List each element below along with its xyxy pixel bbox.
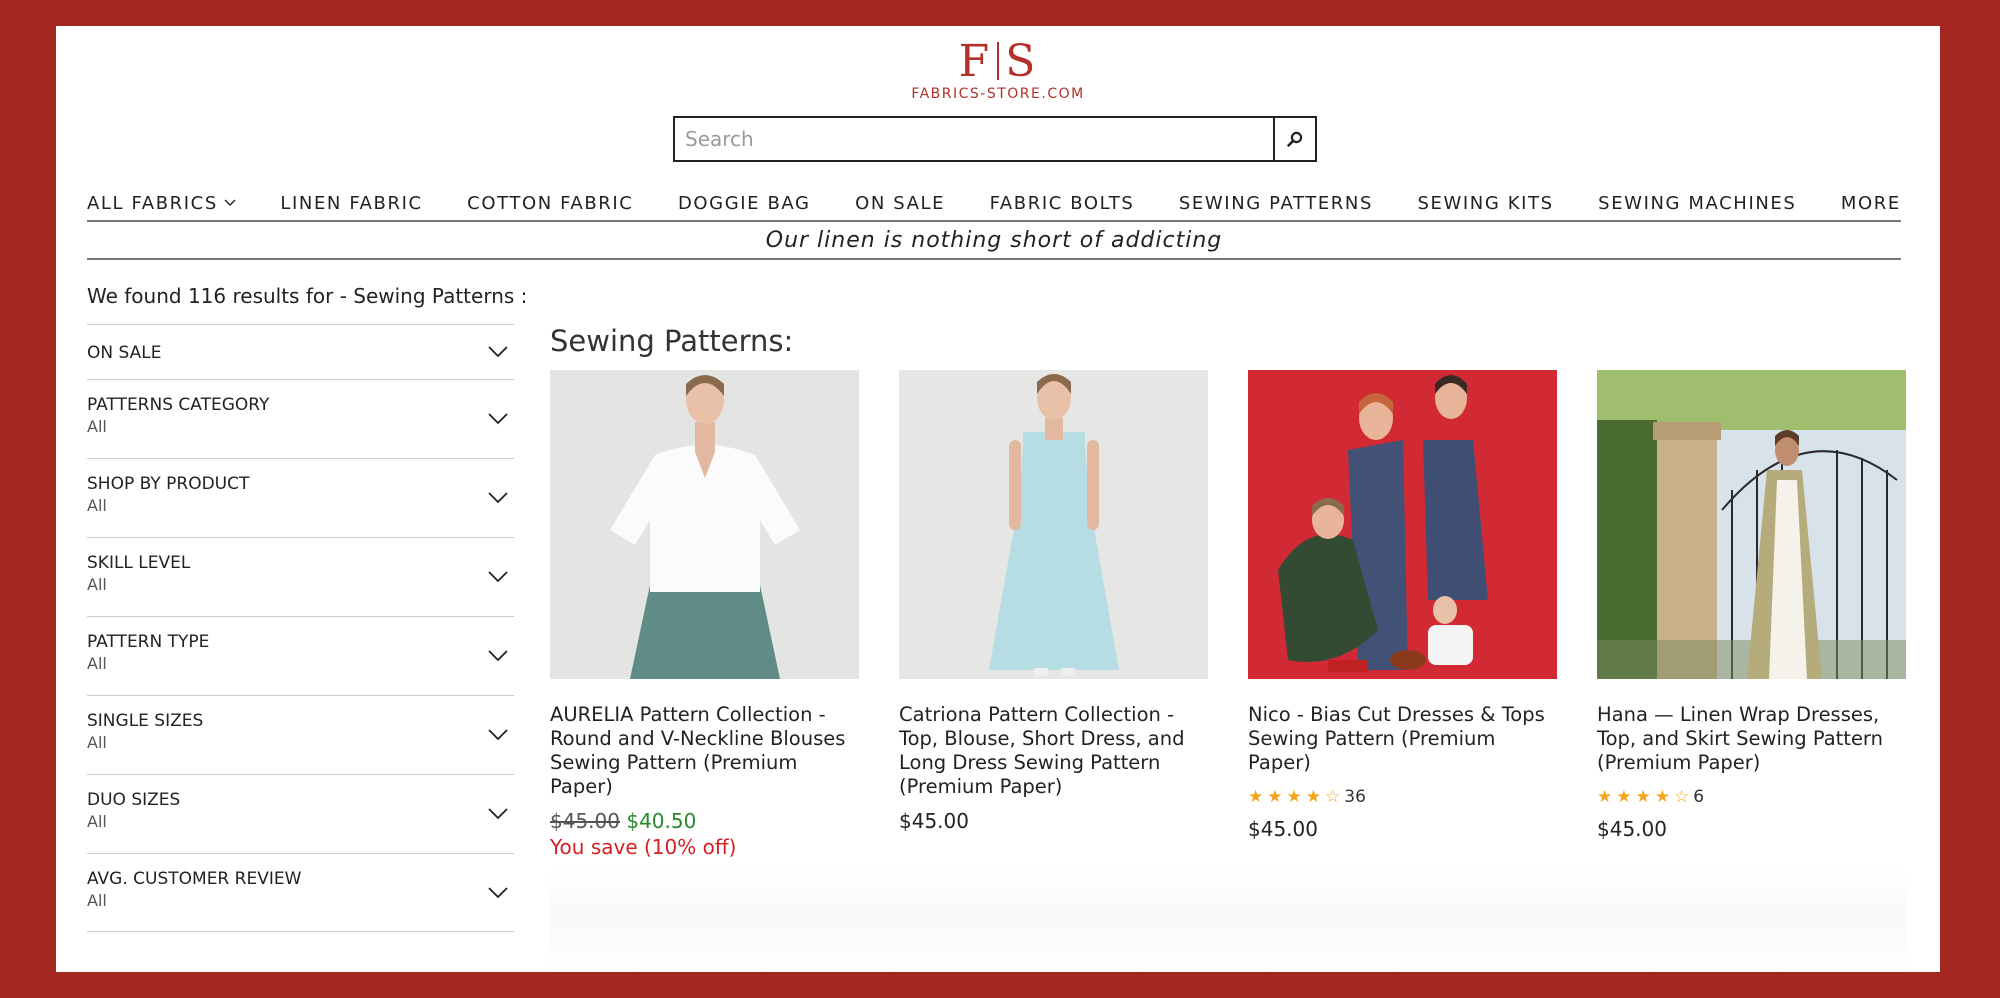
product-image[interactable] (550, 370, 859, 679)
product-price: $45.00 (899, 809, 969, 833)
filter-duo-sizes[interactable]: DUO SIZES All (87, 774, 514, 853)
search-bar (673, 116, 1317, 162)
product-image[interactable] (1248, 370, 1557, 679)
filter-label: PATTERN TYPE (87, 632, 210, 652)
filter-value: All (87, 654, 107, 673)
filter-pattern-type[interactable]: PATTERN TYPE All (87, 616, 514, 695)
nav-item-doggie-bag[interactable]: DOGGIE BAG (678, 193, 811, 214)
savings-text: You save (10% off) (550, 835, 737, 859)
main-nav: ALL FABRICS LINEN FABRIC COTTON FABRIC D… (87, 186, 1901, 222)
filter-patterns-category[interactable]: PATTERNS CATEGORY All (87, 379, 514, 458)
page-frame: FS FABRICS-STORE.COM ALL FABRICS LINEN F… (56, 26, 1940, 972)
nav-item-sewing-kits[interactable]: SEWING KITS (1418, 193, 1554, 214)
filter-label: AVG. CUSTOMER REVIEW (87, 869, 302, 889)
search-input[interactable] (675, 118, 1273, 160)
chevron-down-icon (488, 571, 508, 583)
results-count: We found 116 results for - Sewing Patter… (87, 284, 528, 308)
nav-item-cotton-fabric[interactable]: COTTON FABRIC (467, 193, 633, 214)
logo-divider (997, 42, 1000, 80)
loading-placeholder-row (550, 864, 1906, 972)
nav-item-linen-fabric[interactable]: LINEN FABRIC (280, 193, 422, 214)
product-price: $45.00 (1248, 817, 1318, 841)
product-title[interactable]: Catriona Pattern Collection - Top, Blous… (899, 703, 1208, 799)
filter-value: All (87, 733, 107, 752)
nav-item-sewing-machines[interactable]: SEWING MACHINES (1598, 193, 1796, 214)
filter-label: SHOP BY PRODUCT (87, 474, 250, 494)
nav-item-all-fabrics[interactable]: ALL FABRICS (87, 193, 236, 214)
filter-label: DUO SIZES (87, 790, 181, 810)
filter-value: All (87, 575, 107, 594)
product-price: $45.00 $40.50 (550, 809, 859, 833)
filter-value: All (87, 496, 107, 515)
chevron-down-icon (488, 492, 508, 504)
product-card[interactable]: Hana — Linen Wrap Dresses, Top, and Skir… (1597, 370, 1906, 859)
promo-tagline[interactable]: Our linen is nothing short of addicting (87, 222, 1901, 260)
product-card[interactable]: AURELIA Pattern Collection - Round and V… (550, 370, 859, 859)
search-icon (1287, 131, 1303, 147)
nav-item-on-sale[interactable]: ON SALE (855, 193, 945, 214)
search-button[interactable] (1273, 118, 1315, 160)
product-title[interactable]: AURELIA Pattern Collection - Round and V… (550, 703, 859, 799)
filter-sidebar: ON SALE PATTERNS CATEGORY All SHOP BY PR… (87, 324, 514, 932)
star-full-icon: ★ (1597, 787, 1613, 807)
filter-value: All (87, 891, 107, 910)
filter-label: PATTERNS CATEGORY (87, 395, 270, 415)
star-full-icon: ★ (1248, 787, 1264, 807)
chevron-down-icon (488, 346, 508, 358)
chevron-down-icon (488, 886, 508, 898)
logo-letter-s: S (1005, 36, 1038, 87)
original-price: $45.00 (550, 809, 620, 833)
filter-single-sizes[interactable]: SINGLE SIZES All (87, 695, 514, 774)
product-rating[interactable]: ★ ★ ★ ★ ☆ 36 (1248, 787, 1557, 807)
chevron-down-icon (488, 808, 508, 820)
product-card[interactable]: Nico - Bias Cut Dresses & Tops Sewing Pa… (1248, 370, 1557, 859)
product-title[interactable]: Hana — Linen Wrap Dresses, Top, and Skir… (1597, 703, 1906, 775)
filter-label: ON SALE (87, 343, 162, 363)
nav-item-sewing-patterns[interactable]: SEWING PATTERNS (1179, 193, 1373, 214)
star-empty-icon: ☆ (1325, 787, 1341, 807)
product-title[interactable]: Nico - Bias Cut Dresses & Tops Sewing Pa… (1248, 703, 1557, 775)
filter-value: All (87, 417, 107, 436)
star-full-icon: ★ (1286, 787, 1302, 807)
review-count: 6 (1693, 787, 1705, 807)
star-full-icon: ★ (1654, 787, 1670, 807)
product-image[interactable] (899, 370, 1208, 679)
nav-item-fabric-bolts[interactable]: FABRIC BOLTS (990, 193, 1135, 214)
product-grid: AURELIA Pattern Collection - Round and V… (550, 370, 1906, 859)
filter-avg-customer-review[interactable]: AVG. CUSTOMER REVIEW All (87, 853, 514, 932)
product-price: $45.00 (1597, 817, 1667, 841)
star-full-icon: ★ (1635, 787, 1651, 807)
star-full-icon: ★ (1305, 787, 1321, 807)
filter-on-sale[interactable]: ON SALE (87, 324, 514, 379)
star-full-icon: ★ (1616, 787, 1632, 807)
chevron-down-icon (224, 199, 236, 206)
nav-item-more[interactable]: MORE (1841, 193, 1901, 214)
filter-value: All (87, 812, 107, 831)
sale-price: $40.50 (626, 809, 697, 833)
filter-label: SKILL LEVEL (87, 553, 191, 573)
filter-shop-by-product[interactable]: SHOP BY PRODUCT All (87, 458, 514, 537)
product-rating[interactable]: ★ ★ ★ ★ ☆ 6 (1597, 787, 1906, 807)
product-card[interactable]: Catriona Pattern Collection - Top, Blous… (899, 370, 1208, 859)
star-full-icon: ★ (1267, 787, 1283, 807)
filter-label: SINGLE SIZES (87, 711, 204, 731)
chevron-down-icon (488, 729, 508, 741)
logo-text: FABRICS-STORE.COM (911, 86, 1085, 102)
review-count: 36 (1344, 787, 1366, 807)
star-empty-icon: ☆ (1674, 787, 1690, 807)
site-logo[interactable]: FS FABRICS-STORE.COM (56, 36, 1940, 102)
logo-mark: FS (56, 36, 1940, 88)
product-image[interactable] (1597, 370, 1906, 679)
nav-label: ALL FABRICS (87, 192, 218, 214)
logo-letter-f: F (958, 36, 992, 87)
chevron-down-icon (488, 650, 508, 662)
section-title: Sewing Patterns: (550, 324, 794, 358)
chevron-down-icon (488, 413, 508, 425)
filter-skill-level[interactable]: SKILL LEVEL All (87, 537, 514, 616)
